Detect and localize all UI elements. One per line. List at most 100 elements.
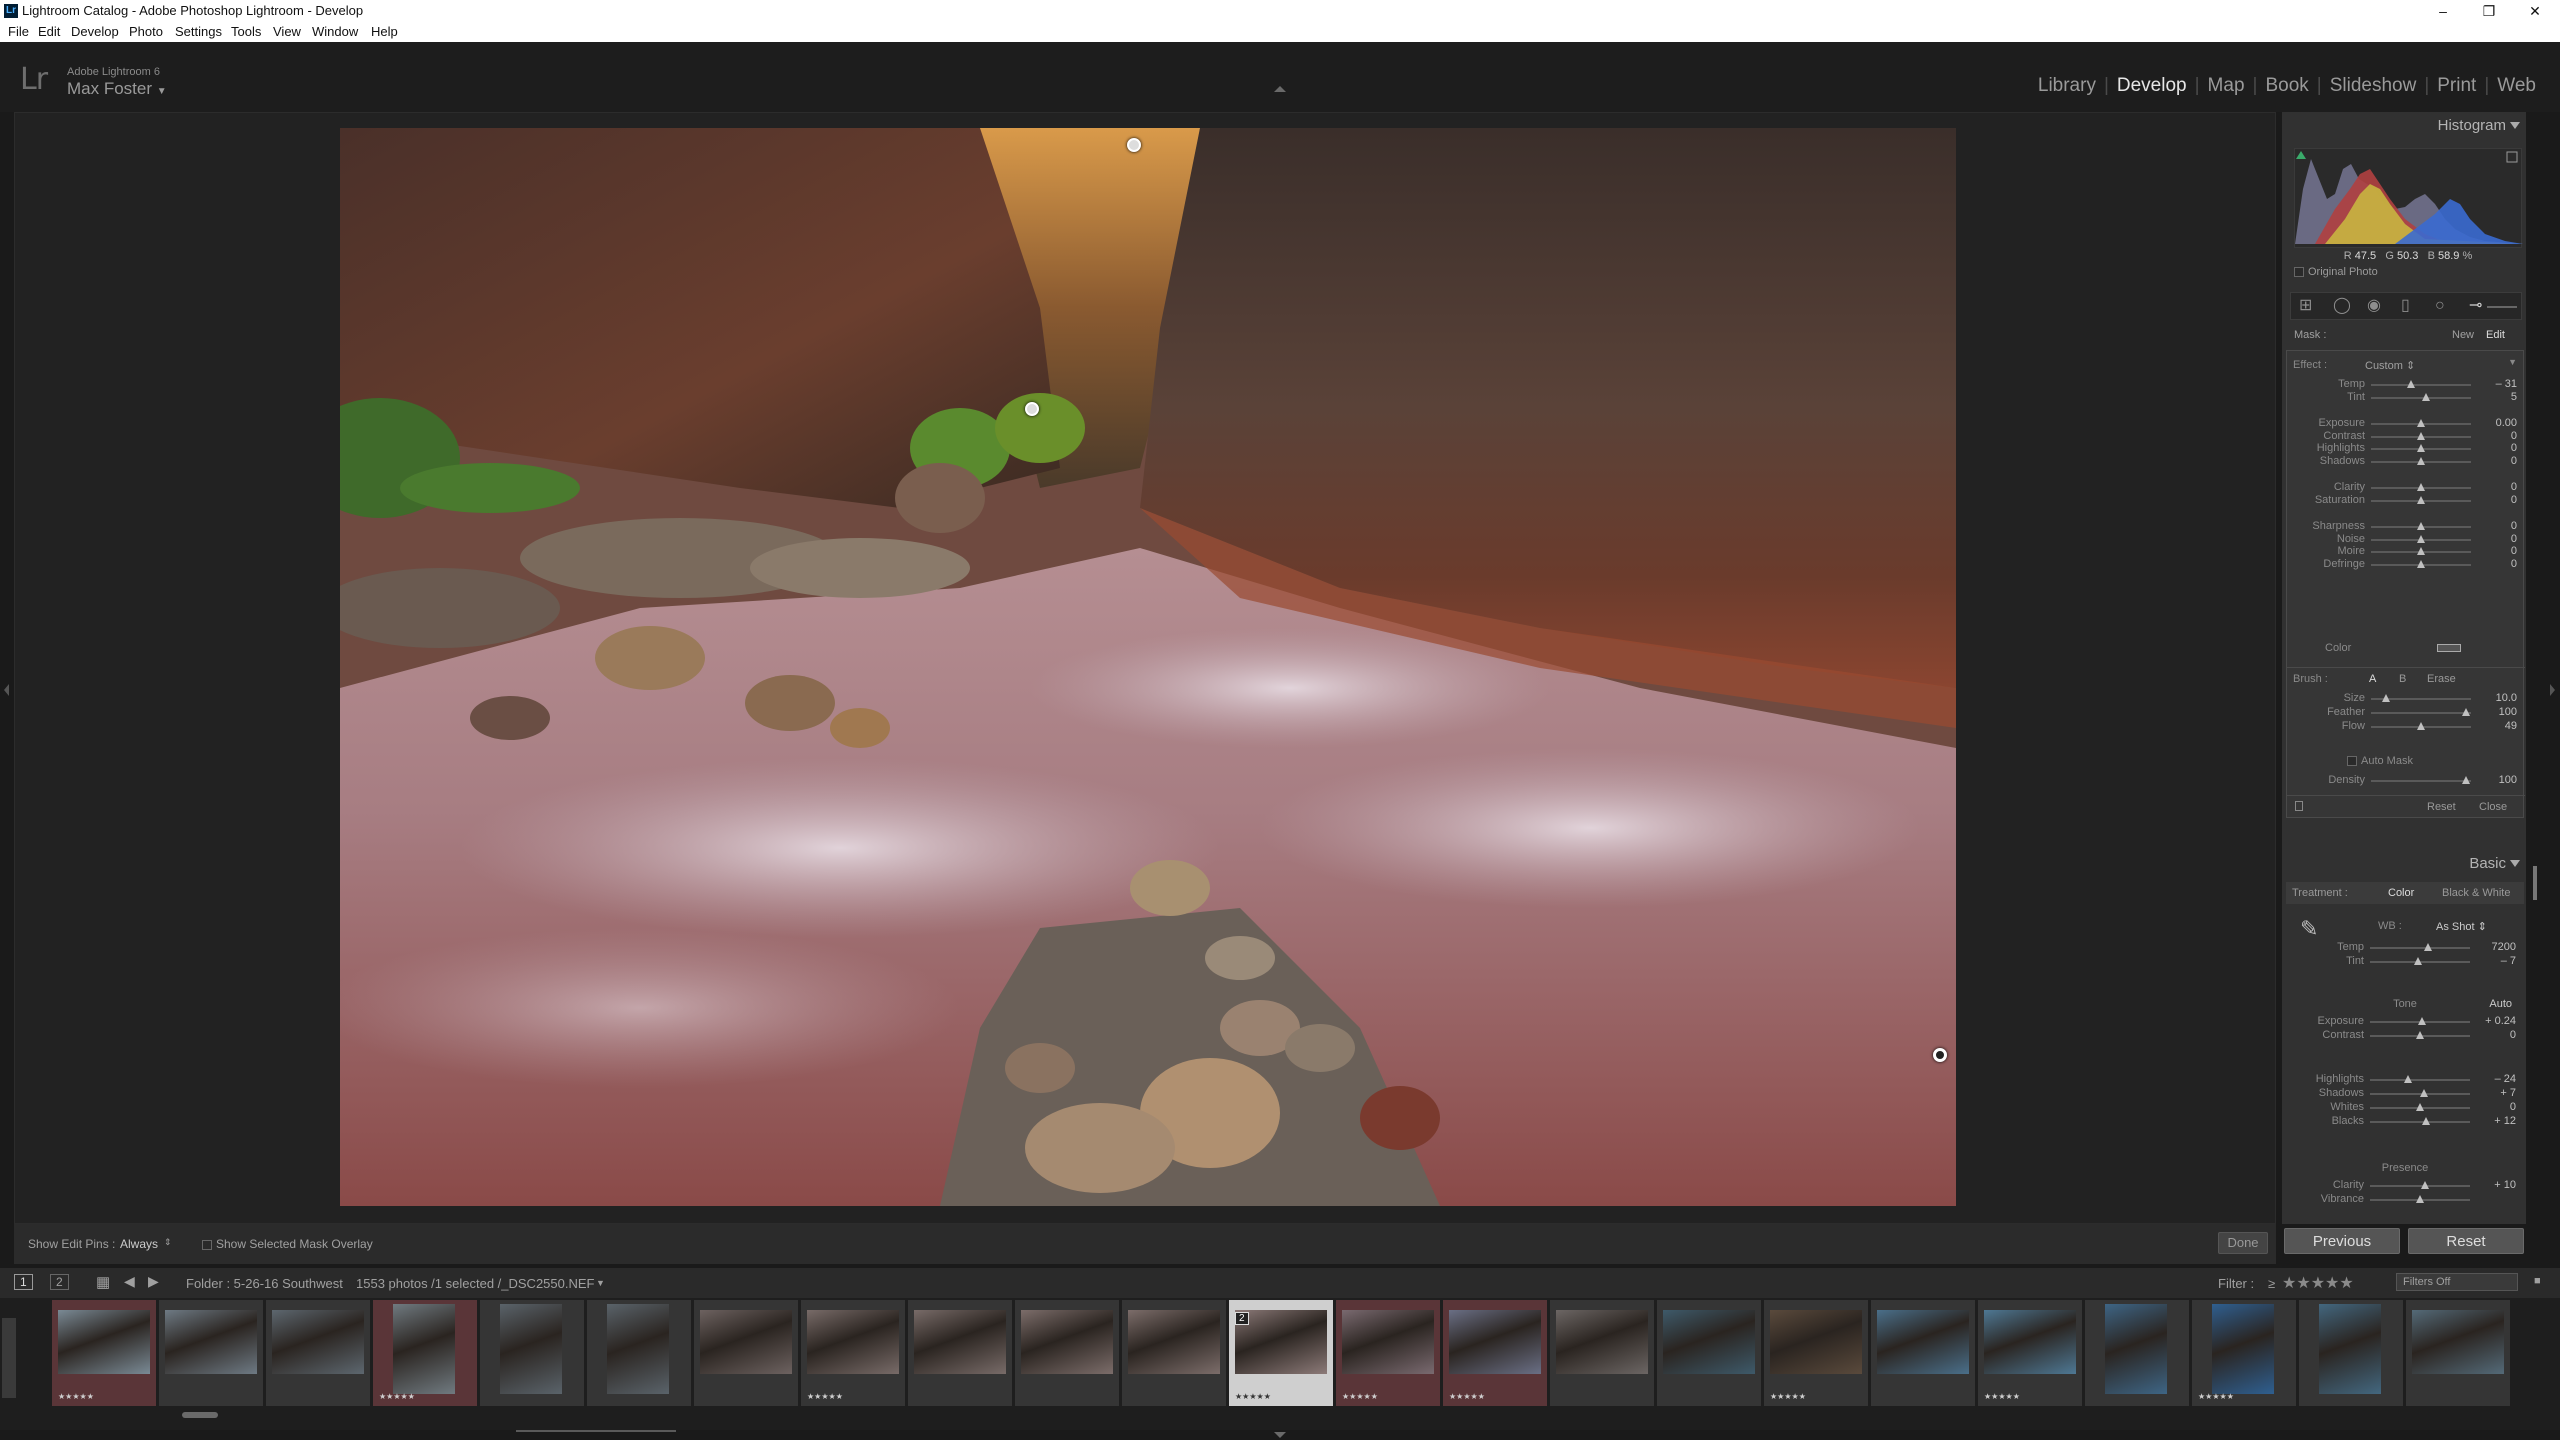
- effect-exposure-thumb[interactable]: [2417, 419, 2425, 427]
- tone-whites-value[interactable]: 0: [2510, 1101, 2516, 1113]
- checkbox-icon[interactable]: [2294, 267, 2304, 278]
- done-button[interactable]: Done: [2218, 1232, 2268, 1254]
- brush-size-track[interactable]: [2371, 694, 2471, 702]
- treatment-bw-button[interactable]: Black & White: [2442, 887, 2510, 899]
- menu-file[interactable]: File: [8, 24, 29, 39]
- wb-dropdown[interactable]: As Shot ⇕: [2436, 920, 2487, 933]
- star-rating[interactable]: ★★★★★: [1984, 1392, 2020, 1401]
- tone-highlights-track[interactable]: [2370, 1075, 2470, 1083]
- effect-defringe-slider-row[interactable]: Defringe 0: [2287, 557, 2525, 573]
- presence-clarity-track[interactable]: [2370, 1181, 2470, 1189]
- original-photo-toggle[interactable]: Original Photo: [2294, 266, 2378, 278]
- right-panel-scrollbar[interactable]: [2530, 112, 2540, 1224]
- filmstrip-thumbnail[interactable]: [2299, 1300, 2403, 1406]
- module-book[interactable]: Book: [2259, 75, 2314, 97]
- effect-highlights-value[interactable]: 0: [2511, 442, 2517, 454]
- star-rating[interactable]: ★★★★★: [1342, 1392, 1378, 1401]
- module-map[interactable]: Map: [2202, 75, 2251, 97]
- tone-exposure-track[interactable]: [2370, 1017, 2470, 1025]
- wb-temp-track[interactable]: [2370, 943, 2470, 951]
- menu-settings[interactable]: Settings: [175, 24, 222, 39]
- tone-contrast-slider-row[interactable]: Contrast 0: [2286, 1028, 2524, 1044]
- menu-develop[interactable]: Develop: [71, 24, 119, 39]
- panel-collapse-icon[interactable]: [2510, 122, 2520, 129]
- presence-vibrance-track[interactable]: [2370, 1195, 2470, 1203]
- auto-mask-toggle[interactable]: Auto Mask: [2347, 755, 2413, 767]
- brush-flow-value[interactable]: 49: [2505, 720, 2517, 732]
- back-arrow-icon[interactable]: ◀: [124, 1273, 135, 1290]
- effect-shadows-thumb[interactable]: [2417, 456, 2425, 465]
- filmstrip-thumbnail[interactable]: [2406, 1300, 2510, 1406]
- star-rating[interactable]: ★★★★★: [807, 1392, 843, 1401]
- presence-vibrance-slider-row[interactable]: Vibrance: [2286, 1192, 2524, 1208]
- effect-temp-value[interactable]: – 31: [2496, 378, 2517, 390]
- filmstrip-thumbnail[interactable]: [1015, 1300, 1119, 1406]
- effect-noise-thumb[interactable]: [2417, 534, 2425, 543]
- tone-blacks-slider-row[interactable]: Blacks + 12: [2286, 1114, 2524, 1130]
- filmstrip[interactable]: ★★★★★ ★★★★★ ★★★★★ 2 ★★★★★ ★★★★★ ★★★★★ ★★★★★ ★★★★…: [0, 1298, 2560, 1430]
- brush-flow-track[interactable]: [2371, 722, 2471, 730]
- effect-saturation-thumb[interactable]: [2417, 495, 2425, 504]
- filmstrip-thumbnail[interactable]: [1657, 1300, 1761, 1406]
- grid-view-icon[interactable]: ▦: [96, 1273, 110, 1291]
- effect-preset-dropdown[interactable]: Custom ⇕: [2365, 359, 2415, 372]
- histogram-header[interactable]: Histogram: [2282, 112, 2526, 140]
- wb-tint-track[interactable]: [2370, 957, 2470, 965]
- treatment-color-button[interactable]: Color: [2388, 887, 2414, 899]
- filmstrip-thumbnail[interactable]: [2085, 1300, 2189, 1406]
- filmstrip-thumbnail[interactable]: ★★★★★: [2192, 1300, 2296, 1406]
- filmstrip-thumbnail[interactable]: [1122, 1300, 1226, 1406]
- effect-clarity-track[interactable]: [2371, 483, 2471, 491]
- basic-header[interactable]: Basic: [2282, 850, 2526, 878]
- adjustment-brush-icon[interactable]: ⊸: [2469, 298, 2482, 314]
- effect-defringe-value[interactable]: 0: [2511, 558, 2517, 570]
- density-thumb[interactable]: [2462, 776, 2470, 784]
- edit-pin-selected[interactable]: [1933, 1048, 1947, 1062]
- brush-feather-track[interactable]: [2371, 708, 2471, 716]
- tone-contrast-track[interactable]: [2370, 1031, 2470, 1039]
- mask-new-button[interactable]: New: [2452, 329, 2474, 341]
- module-print[interactable]: Print: [2431, 75, 2482, 97]
- mask-toggle-switch[interactable]: [2295, 801, 2303, 811]
- effect-noise-value[interactable]: 0: [2511, 533, 2517, 545]
- star-rating[interactable]: ★★★★★: [1235, 1392, 1271, 1401]
- module-web[interactable]: Web: [2491, 75, 2542, 97]
- filmstrip-thumbnail[interactable]: [480, 1300, 584, 1406]
- brush-flow-thumb[interactable]: [2417, 722, 2425, 730]
- filmstrip-thumbnail[interactable]: ★★★★★: [1336, 1300, 1440, 1406]
- tone-shadows-track[interactable]: [2370, 1089, 2470, 1097]
- menu-photo[interactable]: Photo: [129, 24, 163, 39]
- module-library[interactable]: Library: [2032, 75, 2102, 97]
- user-dropdown-icon[interactable]: ▼: [157, 86, 167, 97]
- effect-contrast-thumb[interactable]: [2417, 431, 2425, 440]
- panel-collapse-icon[interactable]: [2510, 860, 2520, 867]
- brush-flow-slider-row[interactable]: Flow 49: [2287, 719, 2525, 735]
- filmstrip-thumbnail[interactable]: 2 ★★★★★: [1229, 1300, 1333, 1406]
- tone-whites-track[interactable]: [2370, 1103, 2470, 1111]
- collapse-bottom-arrow-icon[interactable]: [1274, 1432, 1286, 1438]
- tone-whites-thumb[interactable]: [2416, 1103, 2424, 1111]
- minimize-button[interactable]: –: [2420, 0, 2466, 22]
- effect-defringe-track[interactable]: [2371, 559, 2471, 568]
- filmstrip-thumbnail[interactable]: ★★★★★: [1764, 1300, 1868, 1406]
- menu-tools[interactable]: Tools: [231, 24, 261, 39]
- filmstrip-thumbnail[interactable]: ★★★★★: [801, 1300, 905, 1406]
- effect-exposure-track[interactable]: [2371, 419, 2471, 427]
- main-window-button[interactable]: 1: [14, 1274, 33, 1290]
- brush-size-thumb[interactable]: [2382, 694, 2390, 702]
- folder-source[interactable]: Folder : 5-26-16 Southwest: [186, 1276, 343, 1291]
- effect-saturation-value[interactable]: 0: [2511, 494, 2517, 506]
- left-panel-toggle-icon[interactable]: [4, 684, 9, 696]
- effect-shadows-value[interactable]: 0: [2511, 455, 2517, 467]
- secondary-window-button[interactable]: 2: [50, 1274, 69, 1290]
- reset-button[interactable]: Reset: [2408, 1228, 2524, 1254]
- filmstrip-thumbnail[interactable]: ★★★★★: [52, 1300, 156, 1406]
- effect-highlights-thumb[interactable]: [2417, 444, 2425, 452]
- star-rating[interactable]: ★★★★★: [58, 1392, 94, 1401]
- brush-reset-button[interactable]: Reset: [2427, 801, 2456, 813]
- brush-erase-button[interactable]: Erase: [2427, 673, 2456, 685]
- filmstrip-partial-thumb[interactable]: [2, 1318, 16, 1398]
- tone-blacks-value[interactable]: + 12: [2494, 1115, 2516, 1127]
- tone-exposure-thumb[interactable]: [2418, 1017, 2426, 1025]
- filmstrip-thumbnail[interactable]: [159, 1300, 263, 1406]
